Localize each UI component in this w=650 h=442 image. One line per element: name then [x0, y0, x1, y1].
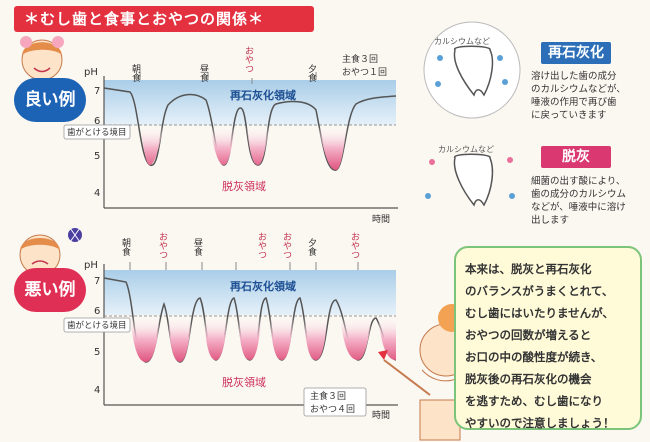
bad-event-lunch: 昼食	[192, 238, 203, 270]
advice-line-2: のバランスがうまくとれて、	[465, 284, 614, 298]
remin-tooth-label: カルシウムなど	[434, 37, 490, 46]
remin-line-4: に戻っていきます	[531, 110, 607, 121]
advice-line-6: 脱灰後の再石灰化の機会	[465, 372, 592, 386]
svg-text:おやつ: おやつ	[157, 232, 168, 259]
remin-line-1: 溶け出した歯の成分	[531, 71, 617, 82]
good-event-lunch: 昼食	[198, 64, 209, 83]
good-tick-4: 4	[94, 188, 100, 199]
bad-summary-line1: 主食３回	[310, 390, 346, 402]
remin-line-2: のカルシウムなどが、	[531, 84, 626, 95]
good-remin-band	[104, 80, 396, 125]
bad-graph: pH 7 6 5 4 時間 再石灰化領域 脱灰領域 朝食 おやつ 昼食 おやつ …	[63, 232, 398, 421]
svg-text:夕食: 夕食	[306, 237, 317, 257]
bad-tick-7: 7	[94, 276, 100, 287]
good-event-dinner: 夕食	[306, 63, 317, 83]
demin-tooth-label: カルシウムなど	[438, 145, 494, 154]
bad-ph-label: pH	[84, 260, 98, 271]
good-event-breakfast: 朝食	[130, 64, 141, 83]
demin-line-4: 出します	[531, 215, 570, 226]
good-summary-line1: 主食３回	[342, 53, 378, 65]
advice-line-7: を逃すため、むし歯になり	[465, 394, 603, 408]
bad-event-dinner: 夕食	[306, 237, 317, 270]
good-summary-line2: おやつ１回	[342, 67, 387, 78]
svg-text:夕食: 夕食	[306, 63, 317, 83]
good-tick-5: 5	[94, 151, 100, 162]
bad-tick-4: 4	[94, 385, 100, 396]
bad-example-pill: 悪い例	[14, 268, 86, 312]
svg-text:朝食: 朝食	[120, 238, 131, 257]
svg-text:おやつ: おやつ	[243, 46, 254, 73]
demin-line-2: 歯の成分のカルシウム	[531, 189, 627, 200]
happy-kid-illustration	[20, 36, 64, 81]
svg-text:おやつ: おやつ	[349, 232, 360, 259]
bad-event-snack1: おやつ	[157, 232, 168, 270]
good-demin-fill	[140, 126, 348, 170]
good-remin-zone-label: 再石灰化領域	[230, 88, 296, 102]
bad-event-snack4: おやつ	[349, 232, 360, 270]
remin-description: 溶け出した歯の成分 のカルシウムなどが、 唾液の作用で再び歯 に戻っていきます	[531, 70, 641, 122]
good-threshold-label: 歯がとける境目	[67, 127, 127, 138]
good-demin-zone-label: 脱灰領域	[222, 179, 266, 193]
demin-tooth-illustration	[425, 153, 515, 207]
advice-line-3: むし歯にはいたりませんが、	[465, 306, 614, 320]
bad-event-snack3: おやつ	[281, 232, 292, 270]
good-time-label: 時間	[372, 214, 390, 225]
advice-line-5: お口の中の酸性度が続き、	[465, 350, 603, 364]
demin-description: 細菌の出す酸により、 歯の成分のカルシウム などが、唾液中に溶け 出します	[531, 175, 641, 227]
advice-line-8: やすいので注意しましょう！	[465, 416, 615, 430]
bad-summary-line2: おやつ４回	[310, 404, 355, 415]
bad-demin-zone-label: 脱灰領域	[222, 375, 266, 389]
demin-title: 脱灰	[541, 146, 611, 168]
svg-text:朝食: 朝食	[130, 64, 141, 83]
svg-text:おやつ: おやつ	[281, 232, 292, 259]
demin-line-1: 細菌の出す酸により、	[531, 176, 626, 187]
bad-event-breakfast: 朝食	[120, 238, 131, 270]
svg-text:おやつ: おやつ	[256, 232, 267, 259]
demin-line-3: などが、唾液中に溶け	[531, 202, 626, 213]
good-example-pill: 良い例	[14, 78, 86, 122]
good-ph-label: pH	[84, 67, 98, 78]
bad-tick-5: 5	[94, 347, 100, 358]
advice-line-4: おやつの回数が増えると	[465, 328, 592, 342]
advice-line-1: 本来は、脱灰と再石灰化	[465, 262, 592, 276]
bad-event-snack2: おやつ	[235, 232, 267, 270]
advice-speech-bubble: 本来は、脱灰と再石灰化 のバランスがうまくとれて、 むし歯にはいたりませんが、 …	[454, 246, 642, 430]
svg-text:昼食: 昼食	[198, 64, 209, 83]
good-event-snack: おやつ	[243, 46, 254, 84]
good-graph: pH 7 6 5 4 時間 再石灰化領域 脱灰領域 朝食 昼食 おやつ 夕食 主…	[63, 46, 398, 225]
bad-threshold-label: 歯がとける境目	[67, 320, 127, 331]
remin-line-3: 唾液の作用で再び歯	[531, 97, 617, 108]
bad-time-label: 時間	[372, 410, 390, 421]
bad-tick-6: 6	[94, 306, 100, 317]
svg-text:昼食: 昼食	[192, 238, 203, 257]
good-tick-7: 7	[94, 86, 100, 97]
bad-remin-zone-label: 再石灰化領域	[230, 279, 296, 293]
remin-title: 再石灰化	[541, 42, 611, 64]
